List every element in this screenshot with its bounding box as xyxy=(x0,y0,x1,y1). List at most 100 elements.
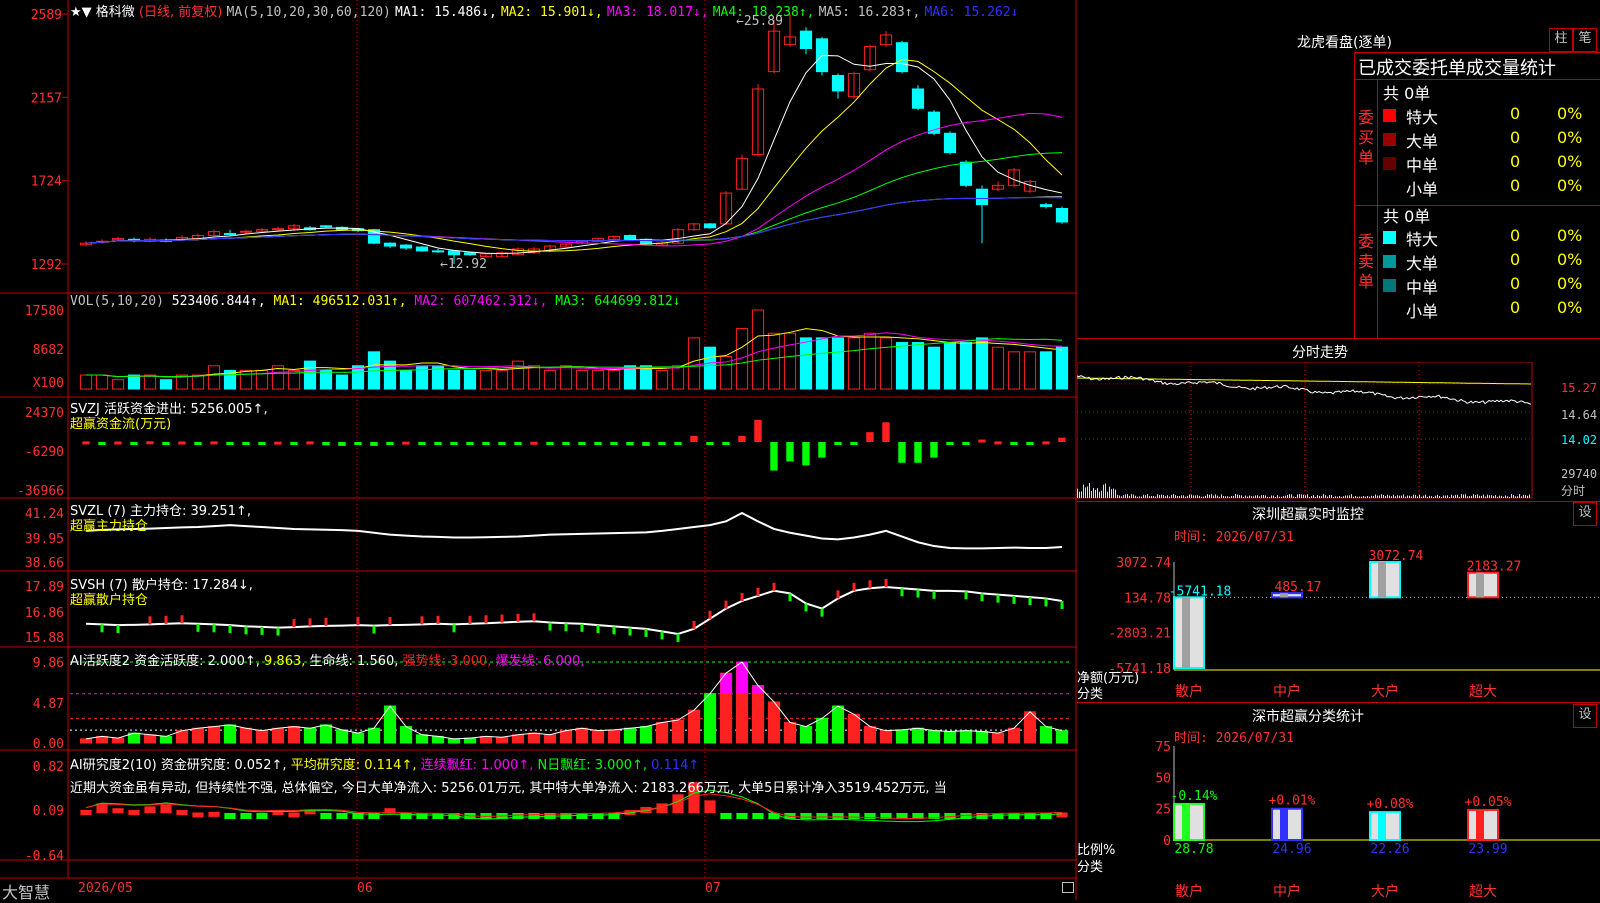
ai-act-bar[interactable] xyxy=(159,735,173,744)
volume-bar[interactable] xyxy=(191,374,205,390)
svzj-bar[interactable] xyxy=(882,422,890,442)
candle-body[interactable] xyxy=(831,74,845,92)
ai-res-bar[interactable] xyxy=(752,813,764,819)
ai-act-bar[interactable] xyxy=(511,734,525,744)
svzj-bar[interactable] xyxy=(434,442,442,445)
ai-act-bar[interactable] xyxy=(319,724,333,744)
svzj-bar[interactable] xyxy=(802,442,810,466)
svzj-bar[interactable] xyxy=(210,441,218,445)
ai-act-bar[interactable] xyxy=(287,726,301,744)
svzj-bar[interactable] xyxy=(98,442,106,445)
candle-body[interactable] xyxy=(271,228,285,231)
svzj-bar[interactable] xyxy=(914,442,922,463)
volume-bar[interactable] xyxy=(847,337,861,390)
volume-bar[interactable] xyxy=(479,369,493,390)
volume-bar[interactable] xyxy=(607,369,621,390)
svzj-bar[interactable] xyxy=(994,441,1002,445)
volume-bar[interactable] xyxy=(943,342,957,390)
svzj-bar[interactable] xyxy=(706,442,714,445)
volume-bar[interactable] xyxy=(335,374,349,390)
volume-bar[interactable] xyxy=(991,346,1005,390)
svzj-bar[interactable] xyxy=(770,442,778,471)
ai-res-bar[interactable] xyxy=(416,813,428,819)
volume-bar[interactable] xyxy=(639,365,653,390)
svzj-bar[interactable] xyxy=(82,441,90,445)
chart-area[interactable]: 2589 2157 1724 1292 17580 8682 X100 24370 -6290 -… xyxy=(0,0,1077,902)
candle-body[interactable] xyxy=(623,234,637,240)
ai-act-bar[interactable] xyxy=(767,701,781,744)
svzj-bar[interactable] xyxy=(722,442,730,445)
bar-mode-button[interactable]: 柱 xyxy=(1549,28,1573,52)
ai-act-bar[interactable] xyxy=(575,727,589,744)
ai-act-bar[interactable] xyxy=(591,730,605,744)
ai-res-bar[interactable] xyxy=(176,810,188,815)
ai-act-bar[interactable] xyxy=(895,729,909,744)
period-note[interactable]: (日线, 前复权) xyxy=(139,5,222,20)
candle-body[interactable] xyxy=(959,161,973,186)
ai-act-bar[interactable] xyxy=(991,732,1005,744)
ai-act-bar[interactable] xyxy=(239,727,253,744)
ai-act-bar[interactable] xyxy=(847,713,861,744)
volume-bar[interactable] xyxy=(111,379,125,390)
volume-bar[interactable] xyxy=(399,369,413,390)
ai-act-bar[interactable] xyxy=(351,732,365,744)
sz-settings-button[interactable]: 设 xyxy=(1573,502,1597,526)
fenshi-chart[interactable] xyxy=(1077,362,1600,502)
ai-act-bar[interactable] xyxy=(815,717,829,744)
svzj-bar[interactable] xyxy=(658,442,666,445)
svzj-bar[interactable] xyxy=(546,442,554,445)
volume-bar[interactable] xyxy=(975,337,989,390)
volume-bar[interactable] xyxy=(1023,351,1037,390)
volume-bar[interactable] xyxy=(959,342,973,390)
svzj-bar[interactable] xyxy=(690,435,698,442)
volume-bar[interactable] xyxy=(143,374,157,390)
ss-settings-button[interactable]: 设 xyxy=(1573,704,1597,728)
volume-bar[interactable] xyxy=(207,365,221,390)
svzj-bar[interactable] xyxy=(306,441,314,445)
svzj-bar[interactable] xyxy=(578,442,586,445)
svzj-bar[interactable] xyxy=(978,439,986,443)
svzj-bar[interactable] xyxy=(402,441,410,445)
ai-act-bar[interactable] xyxy=(831,705,845,744)
ai-act-bar[interactable] xyxy=(975,730,989,744)
ai-act-bar[interactable] xyxy=(783,721,797,744)
svzj-bar[interactable] xyxy=(738,435,746,442)
ai-res-bar[interactable] xyxy=(288,812,300,818)
svzj-bar[interactable] xyxy=(146,441,154,445)
candle-body[interactable] xyxy=(1055,207,1069,223)
volume-bar[interactable] xyxy=(751,309,765,390)
candle-body[interactable] xyxy=(319,225,333,228)
ai-act-bar[interactable] xyxy=(623,727,637,744)
volume-bar[interactable] xyxy=(1055,346,1069,390)
svzj-bar[interactable] xyxy=(178,441,186,445)
svzj-bar[interactable] xyxy=(482,442,490,445)
candle-body[interactable] xyxy=(799,30,813,50)
svzj-bar[interactable] xyxy=(754,419,762,442)
volume-bar[interactable] xyxy=(911,342,925,390)
svzj-bar[interactable] xyxy=(226,442,234,445)
ai-act-bar[interactable] xyxy=(79,738,93,744)
ai-res-bar[interactable] xyxy=(816,813,828,819)
ai-act-bar[interactable] xyxy=(959,730,973,744)
volume-bar[interactable] xyxy=(127,374,141,390)
candle-body[interactable] xyxy=(127,238,141,241)
volume-bar[interactable] xyxy=(543,369,557,390)
ai-res-bar[interactable] xyxy=(208,811,220,817)
svzj-bar[interactable] xyxy=(450,442,458,445)
svzj-bar[interactable] xyxy=(562,442,570,445)
volume-bar[interactable] xyxy=(1007,351,1021,390)
volume-bar[interactable] xyxy=(559,365,573,390)
svzj-bar[interactable] xyxy=(962,442,970,445)
ai-act-bar[interactable] xyxy=(271,727,285,744)
ai-res-bar[interactable] xyxy=(144,806,156,813)
volume-bar[interactable] xyxy=(655,369,669,390)
candle-body[interactable] xyxy=(223,233,237,236)
ai-act-bar[interactable] xyxy=(1055,730,1069,744)
candle-body[interactable] xyxy=(943,132,957,154)
ai-res-bar[interactable] xyxy=(112,808,124,814)
volume-bar[interactable] xyxy=(783,332,797,390)
ai-act-bar[interactable] xyxy=(367,727,381,744)
ai-res-bar[interactable] xyxy=(832,813,844,819)
tick-mode-button[interactable]: 笔 xyxy=(1573,28,1597,52)
ai-res-bar[interactable] xyxy=(336,813,348,819)
